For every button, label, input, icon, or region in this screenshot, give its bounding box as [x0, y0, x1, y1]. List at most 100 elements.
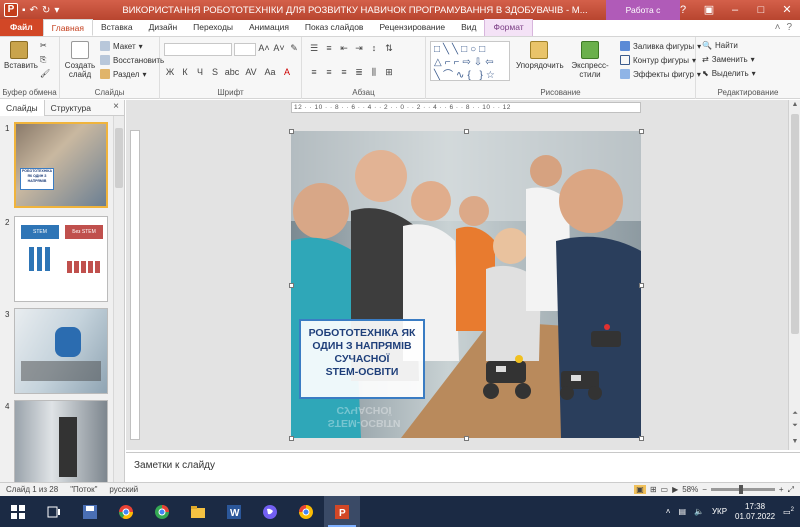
bullets-icon[interactable]: ☰: [308, 43, 320, 54]
tab-home[interactable]: Главная: [42, 19, 93, 36]
collapse-ribbon-icon[interactable]: ˄: [775, 19, 781, 36]
resize-handle-r[interactable]: [639, 283, 644, 288]
replace-button[interactable]: ⇄ Заменить ▾: [702, 55, 755, 64]
taskbar-app-explorer[interactable]: [180, 496, 216, 527]
arrange-button[interactable]: Упорядочить: [516, 41, 564, 70]
decrease-indent-icon[interactable]: ⇤: [338, 43, 350, 54]
notes-pane[interactable]: Заметки к слайду: [126, 452, 800, 482]
resize-handle-l[interactable]: [289, 283, 294, 288]
justify-icon[interactable]: ≣: [353, 67, 365, 78]
taskbar-app-word[interactable]: W: [216, 496, 252, 527]
taskbar-app-storage[interactable]: [72, 496, 108, 527]
reset-button[interactable]: Восстановить: [100, 55, 164, 65]
redo-icon[interactable]: ↻: [42, 5, 50, 16]
volume-icon[interactable]: 🔈: [694, 507, 704, 516]
resize-handle-t[interactable]: [464, 129, 469, 134]
clock[interactable]: 17:38 01.07.2022: [735, 502, 775, 522]
shrink-font-button[interactable]: A˅: [273, 43, 285, 54]
line-spacing-icon[interactable]: ↕: [368, 43, 380, 54]
shape-effects-button[interactable]: Эффекты фигур ▾: [620, 69, 701, 79]
reading-view-icon[interactable]: ▭: [661, 485, 669, 494]
slides-pane-scrollbar[interactable]: [113, 116, 124, 482]
tab-insert[interactable]: Вставка: [93, 19, 141, 36]
align-right-icon[interactable]: ≡: [338, 67, 350, 78]
tab-slides-pane[interactable]: Слайды: [0, 99, 45, 116]
numbering-icon[interactable]: ≡: [323, 43, 335, 54]
slide-thumbnail-4[interactable]: 4: [0, 400, 112, 488]
current-slide[interactable]: РОБОТОТЕХНІКА ЯК ОДИН З НАПРЯМІВ СУЧАСНО…: [291, 131, 641, 438]
network-icon[interactable]: ▤: [678, 507, 686, 516]
increase-indent-icon[interactable]: ⇥: [353, 43, 365, 54]
tray-chevron-icon[interactable]: ˄: [666, 507, 671, 516]
close-button[interactable]: ✕: [774, 0, 800, 20]
paste-button[interactable]: Вставить: [4, 41, 38, 70]
shape-outline-button[interactable]: Контур фигуры ▾: [620, 55, 696, 65]
bold-button[interactable]: Ж: [164, 67, 176, 77]
zoom-out-icon[interactable]: −: [702, 485, 707, 494]
resize-handle-tr[interactable]: [639, 129, 644, 134]
taskbar-app-chrome-3[interactable]: [288, 496, 324, 527]
cut-icon[interactable]: ✂: [40, 41, 47, 50]
font-family-select[interactable]: [164, 43, 232, 56]
spacing-button[interactable]: AV: [243, 67, 259, 77]
find-button[interactable]: 🔍 Найти: [702, 41, 738, 50]
slide-thumbnail-2[interactable]: 2 STEM Без STEM: [0, 216, 112, 304]
language-indicator[interactable]: русский: [103, 485, 144, 494]
taskbar-app-viber[interactable]: [252, 496, 288, 527]
resize-handle-b[interactable]: [464, 436, 469, 441]
task-view-button[interactable]: [36, 496, 72, 527]
slide-thumbnail-3[interactable]: 3: [0, 308, 112, 396]
copy-icon[interactable]: ⎘: [40, 55, 46, 65]
resize-handle-bl[interactable]: [289, 436, 294, 441]
shape-fill-button[interactable]: Заливка фигуры ▾: [620, 41, 701, 51]
sorter-view-icon[interactable]: ⊞: [650, 485, 657, 494]
notifications-icon[interactable]: ▭2: [783, 507, 794, 517]
new-slide-button[interactable]: Создать слайд: [64, 41, 96, 79]
zoom-in-icon[interactable]: +: [779, 485, 784, 494]
align-left-icon[interactable]: ≡: [308, 67, 320, 78]
tab-file[interactable]: Файл: [0, 19, 43, 36]
slide-thumbnail-1[interactable]: 1 РОБОТОТЕХНІКА ЯК ОДИН З НАПРЯМІВ: [0, 122, 112, 210]
tab-transitions[interactable]: Переходы: [185, 19, 241, 36]
next-slide-icon[interactable]: ⏷: [789, 422, 800, 430]
tab-view[interactable]: Вид: [453, 19, 484, 36]
strike-button[interactable]: S: [209, 67, 221, 77]
save-icon[interactable]: ▪: [22, 5, 26, 16]
scroll-down-icon[interactable]: ▼: [789, 438, 800, 445]
help-question-icon[interactable]: ?: [786, 19, 792, 36]
case-button[interactable]: Aa: [262, 67, 278, 77]
maximize-button[interactable]: □: [748, 0, 774, 20]
minimize-button[interactable]: –: [722, 0, 748, 20]
shapes-gallery[interactable]: □╲╲□○□ △⌐⌐⇨⇩⇦ ╲⌒∿{ }☆: [430, 41, 510, 81]
tab-animations[interactable]: Анимация: [241, 19, 297, 36]
format-painter-icon[interactable]: 🖌: [40, 69, 50, 78]
underline-button[interactable]: Ч: [194, 67, 206, 77]
prev-slide-icon[interactable]: ⏶: [789, 410, 800, 418]
resize-handle-br[interactable]: [639, 436, 644, 441]
clear-format-icon[interactable]: ✎: [288, 43, 300, 54]
align-center-icon[interactable]: ≡: [323, 67, 335, 78]
resize-handle-tl[interactable]: [289, 129, 294, 134]
select-button[interactable]: ⬉ Выделить ▾: [702, 69, 756, 78]
close-pane-icon[interactable]: ×: [113, 101, 119, 112]
layout-button[interactable]: Макет ▾: [100, 41, 143, 51]
grow-font-button[interactable]: A˄: [258, 43, 270, 54]
font-size-select[interactable]: [234, 43, 256, 56]
slide-title-box[interactable]: РОБОТОТЕХНІКА ЯК ОДИН З НАПРЯМІВ СУЧАСНО…: [299, 319, 425, 399]
tab-design[interactable]: Дизайн: [141, 19, 186, 36]
undo-icon[interactable]: ↶: [30, 5, 38, 16]
tab-slideshow[interactable]: Показ слайдов: [297, 19, 372, 36]
normal-view-icon[interactable]: ▣: [634, 485, 646, 494]
ribbon-display-icon[interactable]: ▣: [696, 0, 722, 20]
tab-review[interactable]: Рецензирование: [371, 19, 453, 36]
editor-scrollbar[interactable]: ▲ ⏶ ⏷ ▼: [788, 100, 800, 450]
strikethrough-button[interactable]: abc: [224, 67, 240, 77]
smartart-icon[interactable]: ⊞: [383, 67, 395, 78]
keyboard-language[interactable]: УКР: [712, 507, 727, 516]
tab-format[interactable]: Формат: [484, 19, 533, 36]
text-direction-icon[interactable]: ⇅: [383, 43, 395, 54]
zoom-slider[interactable]: [710, 485, 775, 494]
start-button[interactable]: [0, 496, 36, 527]
columns-icon[interactable]: ⫼: [368, 67, 380, 78]
help-icon[interactable]: ?: [670, 0, 696, 20]
